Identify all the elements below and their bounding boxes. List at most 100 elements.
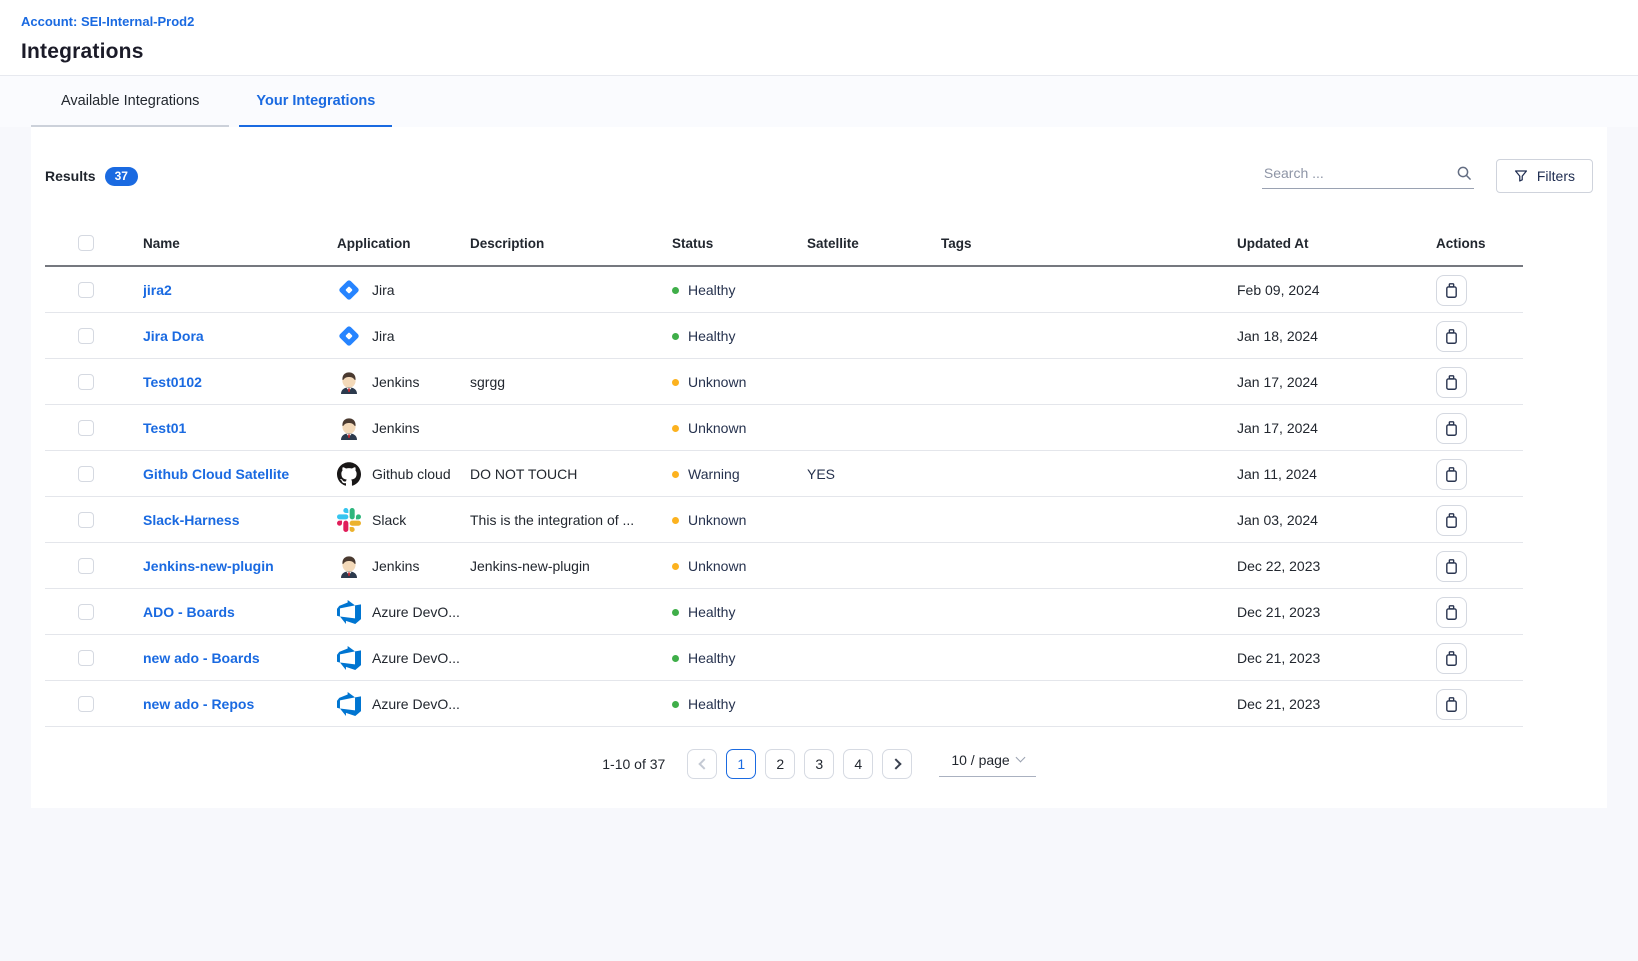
integration-name-link[interactable]: ADO - Boards xyxy=(143,604,235,620)
search-input[interactable] xyxy=(1264,165,1456,181)
row-checkbox[interactable] xyxy=(78,696,94,712)
search-icon[interactable] xyxy=(1456,165,1472,181)
azuredevops-icon xyxy=(337,600,361,624)
chevron-right-icon xyxy=(890,758,901,769)
row-checkbox[interactable] xyxy=(78,328,94,344)
updated-at-cell: Jan 11, 2024 xyxy=(1237,466,1405,482)
table-row: Github Cloud Satellite Github cloud DO N… xyxy=(45,451,1593,497)
page-button-3[interactable]: 3 xyxy=(804,749,834,779)
row-checkbox[interactable] xyxy=(78,420,94,436)
row-checkbox[interactable] xyxy=(78,374,94,390)
account-breadcrumb-link[interactable]: Account: SEI-Internal-Prod2 xyxy=(21,14,194,29)
column-header-updated-at: Updated At xyxy=(1237,236,1405,251)
status-label: Unknown xyxy=(688,374,746,390)
page-header: Account: SEI-Internal-Prod2 Integrations xyxy=(0,0,1638,76)
status-label: Healthy xyxy=(688,282,735,298)
integration-name-link[interactable]: Test01 xyxy=(143,420,186,436)
table-row: new ado - Boards Azure DevO... Healthy D… xyxy=(45,635,1593,681)
trash-icon xyxy=(1444,558,1459,575)
page-number-buttons: 1234 xyxy=(726,749,873,779)
integration-name-link[interactable]: Slack-Harness xyxy=(143,512,240,528)
page-button-2[interactable]: 2 xyxy=(765,749,795,779)
integration-name-link[interactable]: new ado - Repos xyxy=(143,696,254,712)
status-dot xyxy=(672,517,679,524)
trash-icon xyxy=(1444,466,1459,483)
delete-integration-button[interactable] xyxy=(1436,459,1467,490)
row-checkbox[interactable] xyxy=(78,558,94,574)
status-dot xyxy=(672,379,679,386)
table-body: jira2 Jira Healthy Feb 09, 2024 Jira Dor… xyxy=(45,267,1593,727)
row-checkbox[interactable] xyxy=(78,282,94,298)
delete-integration-button[interactable] xyxy=(1436,551,1467,582)
page-button-4[interactable]: 4 xyxy=(843,749,873,779)
filter-funnel-icon xyxy=(1514,169,1528,183)
delete-integration-button[interactable] xyxy=(1436,689,1467,720)
jira-icon xyxy=(337,278,361,302)
delete-integration-button[interactable] xyxy=(1436,367,1467,398)
row-checkbox[interactable] xyxy=(78,466,94,482)
description-cell: DO NOT TOUCH xyxy=(470,466,672,482)
page-size-value: 10 / page xyxy=(951,752,1009,768)
delete-integration-button[interactable] xyxy=(1436,275,1467,306)
updated-at-cell: Feb 09, 2024 xyxy=(1237,282,1405,298)
status-dot xyxy=(672,609,679,616)
table-row: Jira Dora Jira Healthy Jan 18, 2024 xyxy=(45,313,1593,359)
tab-available-integrations[interactable]: Available Integrations xyxy=(31,76,229,127)
integration-name-link[interactable]: jira2 xyxy=(143,282,172,298)
previous-page-button[interactable] xyxy=(687,749,717,779)
status-label: Unknown xyxy=(688,558,746,574)
delete-integration-button[interactable] xyxy=(1436,413,1467,444)
column-header-actions: Actions xyxy=(1405,236,1593,251)
status-dot xyxy=(672,287,679,294)
page-title: Integrations xyxy=(21,40,1638,64)
next-page-button[interactable] xyxy=(882,749,912,779)
delete-integration-button[interactable] xyxy=(1436,643,1467,674)
toolbar: Results 37 Filters xyxy=(31,127,1607,219)
integration-name-link[interactable]: Jira Dora xyxy=(143,328,204,344)
column-header-application: Application xyxy=(337,236,470,251)
github-icon xyxy=(337,462,361,486)
delete-integration-button[interactable] xyxy=(1436,505,1467,536)
status-label: Unknown xyxy=(688,420,746,436)
updated-at-cell: Dec 21, 2023 xyxy=(1237,650,1405,666)
application-label: Jenkins xyxy=(372,374,419,390)
page-size-select[interactable]: 10 / page xyxy=(939,752,1035,777)
jenkins-icon xyxy=(337,554,361,578)
trash-icon xyxy=(1444,420,1459,437)
table-row: jira2 Jira Healthy Feb 09, 2024 xyxy=(45,267,1593,313)
trash-icon xyxy=(1444,328,1459,345)
status-dot xyxy=(672,471,679,478)
status-dot xyxy=(672,425,679,432)
table-row: ADO - Boards Azure DevO... Healthy Dec 2… xyxy=(45,589,1593,635)
results-group: Results 37 xyxy=(45,167,138,186)
updated-at-cell: Jan 18, 2024 xyxy=(1237,328,1405,344)
row-checkbox[interactable] xyxy=(78,512,94,528)
trash-icon xyxy=(1444,282,1459,299)
toolbar-right: Filters xyxy=(1262,159,1593,193)
integration-name-link[interactable]: Test0102 xyxy=(143,374,202,390)
application-label: Github cloud xyxy=(372,466,451,482)
row-checkbox[interactable] xyxy=(78,604,94,620)
trash-icon xyxy=(1444,512,1459,529)
tab-your-integrations[interactable]: Your Integrations xyxy=(239,76,392,127)
integration-name-link[interactable]: new ado - Boards xyxy=(143,650,260,666)
status-dot xyxy=(672,563,679,570)
page-button-1[interactable]: 1 xyxy=(726,749,756,779)
delete-integration-button[interactable] xyxy=(1436,321,1467,352)
row-checkbox[interactable] xyxy=(78,650,94,666)
updated-at-cell: Dec 22, 2023 xyxy=(1237,558,1405,574)
trash-icon xyxy=(1444,604,1459,621)
application-label: Azure DevO... xyxy=(372,696,460,712)
integration-name-link[interactable]: Github Cloud Satellite xyxy=(143,466,289,482)
select-all-checkbox[interactable] xyxy=(78,235,94,251)
jenkins-icon xyxy=(337,370,361,394)
jira-icon xyxy=(337,324,361,348)
status-label: Unknown xyxy=(688,512,746,528)
delete-integration-button[interactable] xyxy=(1436,597,1467,628)
azuredevops-icon xyxy=(337,646,361,670)
filters-button[interactable]: Filters xyxy=(1496,159,1593,193)
description-cell: Jenkins-new-plugin xyxy=(470,558,672,574)
tab-bar: Available Integrations Your Integrations xyxy=(0,76,1638,127)
status-label: Healthy xyxy=(688,650,735,666)
integration-name-link[interactable]: Jenkins-new-plugin xyxy=(143,558,274,574)
